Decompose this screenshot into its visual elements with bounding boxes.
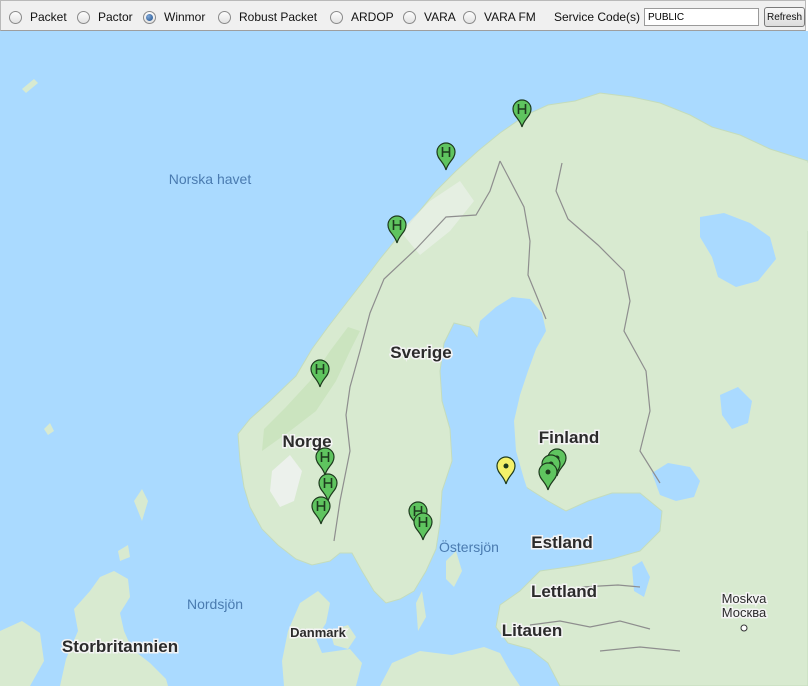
label-sweden: Sverige [390,343,451,362]
mode-option-vara-fm[interactable]: VARA FM [463,9,536,25]
mode-label-vara-fm: VARA FM [484,10,536,24]
label-finland: Finland [539,428,599,447]
mode-label-vara: VARA [424,10,456,24]
label-baltic-sea: Östersjön [439,538,499,555]
radio-ardop[interactable] [330,10,343,24]
radio-robust-packet[interactable] [218,10,231,24]
refresh-button[interactable]: Refresh [764,7,805,27]
radio-pactor[interactable] [77,10,90,24]
mode-label-packet: Packet [30,10,67,24]
radio-vara-fm[interactable] [463,10,476,24]
mode-option-robust-packet[interactable]: Robust Packet [218,9,317,25]
label-latvia: Lettland [531,582,597,601]
label-north-sea: Nordsjön [187,596,243,612]
label-moscow-latin: Moskva [722,591,768,606]
map-view[interactable]: Norska havet Östersjön Nordsjön Sverige … [0,31,808,686]
marker-dot [545,469,551,475]
mode-label-pactor: Pactor [98,10,133,24]
mode-option-packet[interactable]: Packet [9,9,67,25]
mode-option-winmor[interactable]: Winmor [143,9,205,25]
radio-vara[interactable] [403,10,416,24]
label-denmark: Danmark [290,625,346,640]
service-code-label: Service Code(s) [554,10,641,24]
radio-packet[interactable] [9,10,22,24]
mode-toolbar: Packet Pactor Winmor Robust Packet ARDOP… [0,0,806,31]
mode-label-ardop: ARDOP [351,10,394,24]
mode-option-pactor[interactable]: Pactor [77,9,133,25]
service-code-input[interactable] [644,8,759,26]
label-moscow-cyrillic: Москва [722,605,767,620]
city-dot-moscow [740,624,748,632]
label-uk: Storbritannien [62,637,178,656]
mode-option-ardop[interactable]: ARDOP [330,9,394,25]
radio-winmor[interactable] [143,10,156,24]
label-lithuania: Litauen [502,621,562,640]
marker-dot [503,463,509,469]
mode-label-winmor: Winmor [164,10,206,24]
label-norwegian-sea: Norska havet [169,171,252,187]
label-estonia: Estland [531,533,592,552]
mode-label-robust-packet: Robust Packet [239,10,318,24]
mode-option-vara[interactable]: VARA [403,9,456,25]
